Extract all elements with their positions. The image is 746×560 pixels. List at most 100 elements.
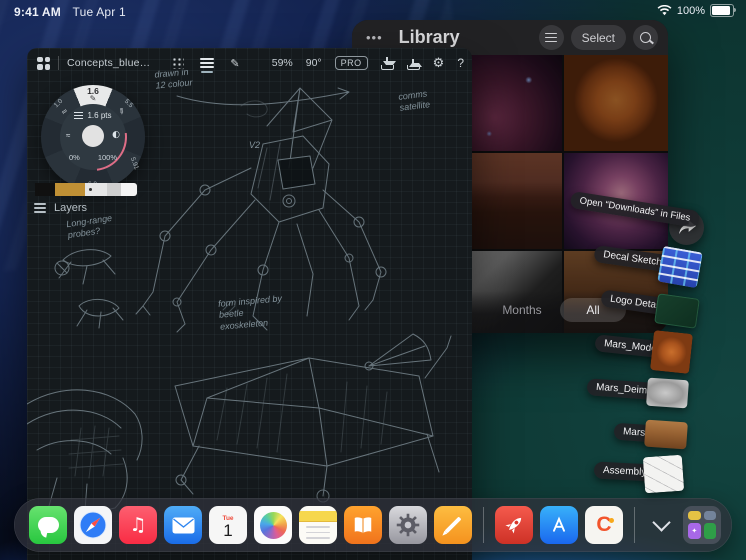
settings-gear-icon[interactable]: ⚙ (433, 57, 445, 70)
opacity-icon[interactable]: ◐ (112, 130, 120, 140)
safari-app-icon[interactable] (74, 506, 112, 544)
photo-horsehead-nebula[interactable] (458, 55, 562, 151)
color-palette-strip[interactable] (35, 183, 137, 196)
tab-all[interactable]: All (560, 298, 626, 322)
note-satellite: comms satellite (397, 88, 431, 114)
music-app-icon[interactable]: ♫ (119, 506, 157, 544)
compass-icon (79, 511, 107, 539)
stroke-width-row: 1.6 pts (60, 111, 126, 120)
note-v2: V2 (249, 140, 261, 150)
share-arrow-badge[interactable] (669, 210, 704, 245)
active-tool-lines-icon[interactable] (200, 58, 215, 73)
battery-icon (710, 4, 736, 17)
photo-mars-desert[interactable] (458, 153, 562, 249)
window-menu-dots[interactable]: ••• (366, 30, 383, 45)
zoom-level[interactable]: 59% (272, 57, 293, 69)
flower-icon (259, 511, 287, 539)
filter-button[interactable] (538, 25, 564, 50)
gallery-icon[interactable] (37, 56, 50, 70)
app-library-icon[interactable]: ✦ (683, 506, 721, 544)
filter-icon (545, 32, 558, 43)
drag-thumb-mars[interactable] (644, 419, 688, 450)
status-time-date: 9:41 AM Tue Apr 1 (14, 5, 126, 19)
concepts-c-icon: C (596, 512, 612, 536)
mini-app-yellow (688, 511, 701, 520)
drag-label-mars-model[interactable]: Mars_Model (594, 334, 669, 359)
battery-percent: 100% (676, 4, 705, 17)
chevron-down-icon (651, 512, 671, 532)
toolbar-right: 59% 90° PRO ⚙ ? (272, 48, 464, 78)
drag-label-mars-deimos[interactable]: Mars_Deimos (586, 378, 668, 401)
swatch-lightgray[interactable] (85, 183, 107, 196)
swatch-gray[interactable] (107, 183, 121, 196)
books-app-icon[interactable] (344, 506, 382, 544)
mail-app-icon[interactable] (164, 506, 202, 544)
app-store-app-icon[interactable] (540, 506, 578, 544)
photos-app-icon[interactable] (254, 506, 292, 544)
grid-settings-icon[interactable] (172, 57, 185, 69)
app-store-a-icon (553, 516, 565, 532)
smoothing-icon[interactable]: ≈ (66, 131, 70, 140)
calendar-app-icon[interactable]: Tue 1 (209, 506, 247, 544)
music-note-icon: ♫ (129, 514, 147, 536)
app-library-grid: ✦ (688, 511, 716, 539)
chat-bubble-icon (37, 517, 59, 533)
dock-divider (483, 507, 484, 543)
wifi-icon (657, 5, 672, 16)
layers-button[interactable]: Layers (34, 202, 87, 214)
drag-label-mars[interactable]: Mars (613, 422, 655, 443)
messages-app-icon[interactable] (29, 506, 67, 544)
toolbar-divider (58, 56, 59, 70)
drag-thumb-assembly[interactable] (642, 454, 685, 494)
photo-mars-globe[interactable] (564, 55, 668, 151)
mini-app-gray (703, 511, 716, 520)
help-button[interactable]: ? (457, 56, 464, 70)
wheel-center-button[interactable] (82, 125, 104, 147)
status-date: Tue Apr 1 (72, 5, 126, 19)
pen-mode-icon[interactable]: ✎ (230, 57, 239, 70)
notes-app-icon[interactable] (299, 506, 337, 544)
library-actions: Select (538, 25, 658, 50)
calendar-day: 1 (223, 521, 233, 540)
rotation-value[interactable]: 90° (306, 57, 322, 69)
tool-wheel[interactable]: 1.6 ✎ 1.0 5.5 5.91 6.0 ≈ ✎ 1.6 pts ≈ ◐ 0… (41, 85, 145, 189)
wheel-inner-disc[interactable]: 1.6 pts ≈ ◐ 0% 100% (45, 89, 141, 185)
rocket-app-icon[interactable] (495, 506, 533, 544)
envelope-icon (172, 517, 194, 533)
opacity-max: 100% (97, 153, 117, 162)
stroke-lines-icon (74, 112, 84, 119)
notes-yellow-strip (299, 511, 337, 523)
settings-app-icon[interactable] (389, 506, 427, 544)
search-button[interactable] (633, 25, 658, 50)
drag-thumb-mars-model[interactable] (650, 330, 693, 374)
ipad-screen: 9:41 AM Tue Apr 1 100% Months All ••• Li… (0, 0, 746, 560)
swatch-white[interactable] (121, 183, 137, 196)
drag-label-assembly[interactable]: Assembly (593, 461, 656, 482)
pen-icon (444, 516, 462, 534)
status-time: 9:41 AM (14, 5, 61, 19)
photo-orion-nebula[interactable] (564, 153, 668, 249)
stroke-width-value: 1.6 pts (87, 111, 112, 120)
pro-badge[interactable]: PRO (334, 56, 368, 70)
status-indicators: 100% (657, 4, 736, 17)
select-button[interactable]: Select (570, 25, 626, 50)
document-title[interactable]: Concepts_blue… (67, 57, 150, 69)
gear-icon (396, 513, 420, 537)
mini-app-purple: ✦ (688, 522, 701, 539)
swatch-black[interactable] (35, 183, 55, 196)
dock-divider-2 (634, 507, 635, 543)
note-beetle: form inspired by beetle exoskeleton (217, 293, 283, 332)
dock: ♫ Tue 1 C ✦ (14, 498, 732, 552)
rocket-icon (505, 517, 522, 534)
dock-collapse-button[interactable] (646, 506, 676, 544)
tab-months[interactable]: Months (492, 303, 552, 317)
concepts-app-icon[interactable]: C (585, 506, 623, 544)
drag-thumb-mars-deimos[interactable] (646, 377, 689, 409)
swatch-gold[interactable] (55, 183, 85, 196)
mini-app-green (703, 522, 716, 539)
import-icon[interactable] (380, 56, 397, 70)
pages-app-icon[interactable] (434, 506, 472, 544)
library-title: Library (398, 27, 460, 47)
export-icon[interactable] (406, 57, 423, 70)
open-book-icon (354, 517, 372, 534)
